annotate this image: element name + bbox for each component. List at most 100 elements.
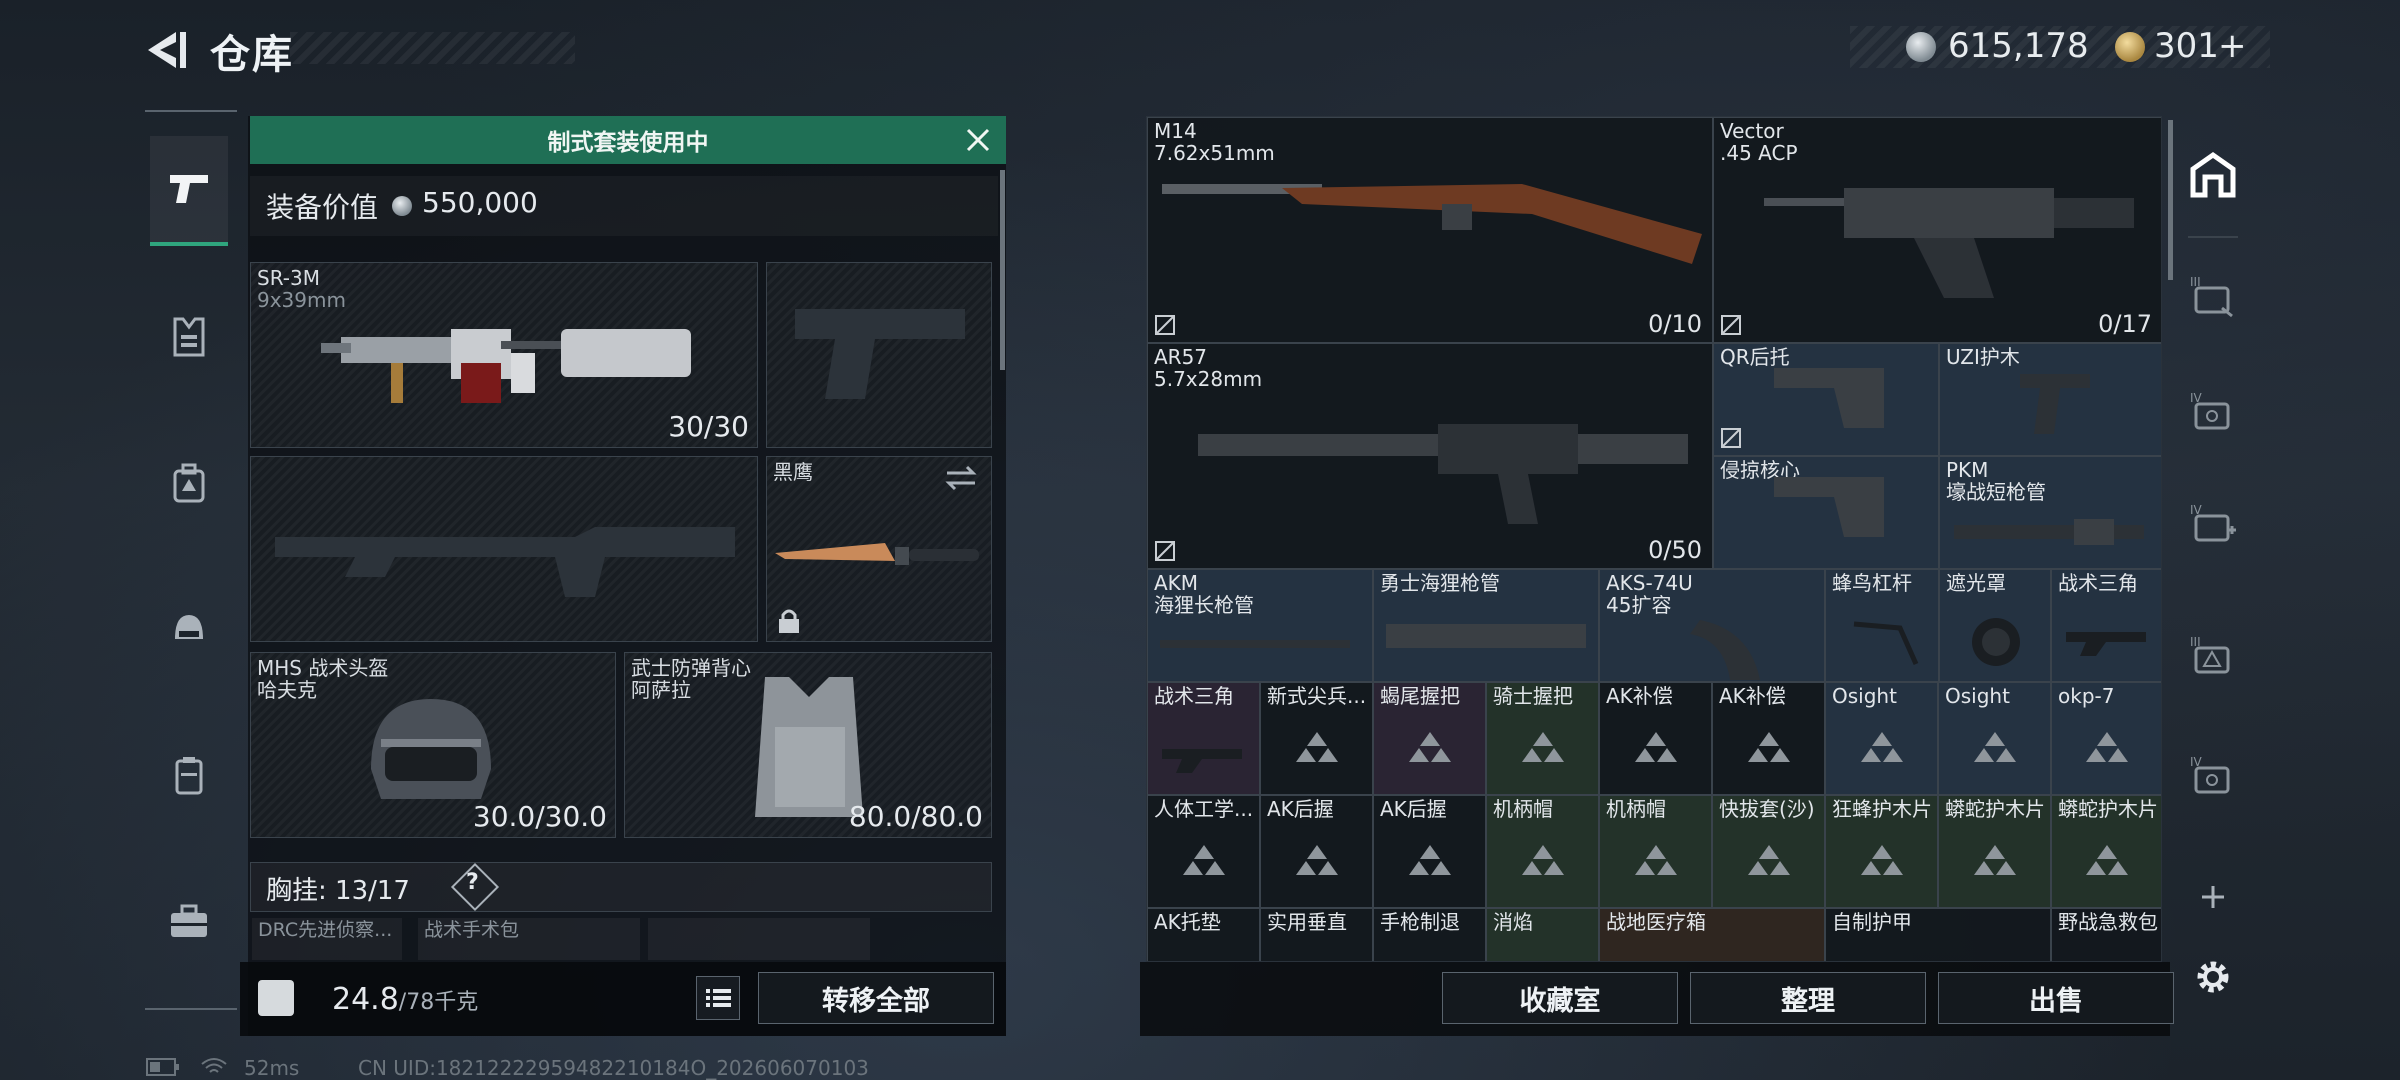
item-name: 消焰 — [1493, 910, 1533, 934]
rail-item-helmet[interactable] — [150, 574, 228, 684]
warehouse-icon — [2190, 151, 2236, 198]
storage-item[interactable]: 蝎尾握把 — [1373, 682, 1486, 795]
storage-item[interactable]: 快拔套(沙) — [1712, 795, 1825, 908]
helmet-slot[interactable]: MHS 战术头盔 哈夫克 30.0/30.0 — [250, 652, 616, 838]
ammo-count: 0/10 — [1648, 310, 1702, 338]
armor-durability: 80.0/80.0 — [848, 800, 983, 833]
storage-item[interactable]: okp-7 — [2051, 682, 2161, 795]
storage-item[interactable]: AK托垫 — [1147, 908, 1260, 961]
secondary-weapon-slot[interactable] — [250, 456, 758, 642]
storage-item[interactable]: 蟒蛇护木片 — [2051, 795, 2161, 908]
storage-item[interactable]: Osight — [1938, 682, 2051, 795]
settings-button[interactable] — [2180, 932, 2246, 1022]
storage-item[interactable]: 机柄帽 — [1599, 795, 1712, 908]
storage-item[interactable]: AK后握 — [1260, 795, 1373, 908]
chest-item[interactable] — [648, 918, 870, 960]
storage-item[interactable]: 野战急救包 — [2051, 908, 2161, 961]
list-view-button[interactable] — [696, 976, 740, 1020]
chest-item[interactable]: DRC先进侦察... — [252, 918, 402, 960]
item-name: AK补偿 — [1606, 684, 1673, 708]
loadout-scrollbar[interactable] — [1000, 170, 1005, 370]
storage-item[interactable]: Osight — [1825, 682, 1938, 795]
storage-item[interactable]: 遮光罩 — [1939, 569, 2051, 682]
swap-icon[interactable] — [943, 463, 979, 493]
storage-item-vector[interactable]: Vector .45 ACP 0/17 — [1713, 117, 2161, 343]
rail-item-armor[interactable] — [150, 282, 228, 392]
pistol-icon — [170, 175, 208, 203]
primary-weapon-slot[interactable]: SR-3M 9x39mm 30/30 — [250, 262, 758, 448]
item-name: 战地医疗箱 — [1606, 910, 1706, 934]
storage-tab-3[interactable]: III — [2180, 250, 2246, 340]
helmet-brand: 哈夫克 — [257, 678, 317, 702]
sort-button[interactable]: 整理 — [1690, 972, 1926, 1024]
item-placeholder-icon — [1973, 845, 2016, 876]
storage-item-qinlue-core[interactable]: 侵掠核心 — [1713, 456, 1939, 569]
item-name: 蝎尾握把 — [1380, 684, 1460, 708]
item-name: 狂蜂护木片 — [1832, 797, 1932, 821]
storage-item-uzi-guard[interactable]: UZI护木 — [1939, 343, 2161, 456]
armor-name: 武士防弹背心 — [631, 656, 751, 680]
storage-item[interactable]: 骑士握把 — [1486, 682, 1599, 795]
equipment-value: 550,000 — [422, 186, 538, 219]
storage-item[interactable]: 狂蜂护木片 — [1825, 795, 1938, 908]
ar57-image — [1198, 424, 1688, 524]
storage-item[interactable]: 实用垂直 — [1260, 908, 1373, 961]
storage-item-qr-stock[interactable]: QR后托 — [1713, 343, 1939, 456]
armor-slot[interactable]: 武士防弹背心 阿萨拉 80.0/80.0 — [624, 652, 992, 838]
battery-icon — [146, 1058, 179, 1076]
item-placeholder-icon — [1747, 732, 1790, 763]
rail-item-case[interactable] — [150, 720, 228, 830]
grip-image — [2066, 632, 2146, 656]
item-name: 手枪制退 — [1380, 910, 1460, 934]
storage-item[interactable]: 人体工学... — [1147, 795, 1260, 908]
rail-item-toolbox[interactable] — [150, 866, 228, 976]
gold-add-button[interactable]: + — [2218, 26, 2247, 66]
back-button[interactable] — [140, 24, 192, 76]
storage-tab-main[interactable] — [2180, 130, 2246, 220]
storage-item[interactable]: 自制护甲 — [1825, 908, 2051, 961]
storage-tab-4-b[interactable]: IV — [2180, 730, 2246, 820]
transfer-all-button[interactable]: 转移全部 — [758, 972, 994, 1024]
chest-item[interactable]: 战术手术包 — [418, 918, 640, 960]
melee-name: 黑鹰 — [773, 460, 813, 484]
storage-item[interactable]: AKM 海狸长枪管 — [1147, 569, 1373, 682]
item-placeholder-icon — [1973, 732, 2016, 763]
storage-item[interactable]: 手枪制退 — [1373, 908, 1486, 961]
item-placeholder-icon — [1521, 732, 1564, 763]
storage-item[interactable]: 战术三角 — [2051, 569, 2161, 682]
storage-item[interactable]: AK补偿 — [1712, 682, 1825, 795]
storage-item-ar57[interactable]: AR57 5.7x28mm 0/50 — [1147, 343, 1713, 569]
item-name: 人体工学... — [1154, 797, 1254, 821]
item-name: AK后握 — [1380, 797, 1447, 821]
storage-item[interactable]: 勇士海狸枪管 — [1373, 569, 1599, 682]
storage-item[interactable]: 蟒蛇护木片 — [1938, 795, 2051, 908]
storage-item[interactable]: 机柄帽 — [1486, 795, 1599, 908]
collection-room-button[interactable]: 收藏室 — [1442, 972, 1678, 1024]
storage-item-m14[interactable]: M14 7.62x51mm 0/10 — [1147, 117, 1713, 343]
pistol-slot[interactable] — [766, 262, 992, 448]
helmet-icon — [175, 615, 203, 639]
storage-item[interactable]: AK补偿 — [1599, 682, 1712, 795]
storage-item[interactable]: 战地医疗箱 — [1599, 908, 1825, 961]
storage-item-pkm-barrel[interactable]: PKM 壕战短枪管 — [1939, 456, 2161, 569]
silver-coin-icon — [1906, 32, 1936, 62]
storage-item[interactable]: AK后握 — [1373, 795, 1486, 908]
close-banner-button[interactable] — [960, 122, 996, 158]
storage-item[interactable]: 消焰 — [1486, 908, 1599, 961]
storage-scrollbar[interactable] — [2168, 120, 2173, 280]
helmet-durability: 30.0/30.0 — [472, 800, 607, 833]
melee-slot[interactable]: 黑鹰 — [766, 456, 992, 642]
rail-item-backpack[interactable] — [150, 428, 228, 538]
storage-tab-4-medical[interactable]: IV — [2180, 478, 2246, 568]
storage-tab-4[interactable]: IV — [2180, 366, 2246, 456]
add-storage-button[interactable] — [2180, 852, 2246, 942]
storage-item[interactable]: 新式尖兵... — [1260, 682, 1373, 795]
item-name: 战术三角 — [1154, 684, 1234, 708]
expansion-case-icon: IV — [2190, 391, 2230, 430]
storage-tab-3-b[interactable]: III — [2180, 610, 2246, 700]
rail-item-weapons[interactable] — [150, 136, 228, 246]
storage-item[interactable]: AKS-74U 45扩容 — [1599, 569, 1825, 682]
sell-button[interactable]: 出售 — [1938, 972, 2174, 1024]
storage-item[interactable]: 战术三角 — [1147, 682, 1260, 795]
storage-item[interactable]: 蜂鸟杠杆 — [1825, 569, 1939, 682]
